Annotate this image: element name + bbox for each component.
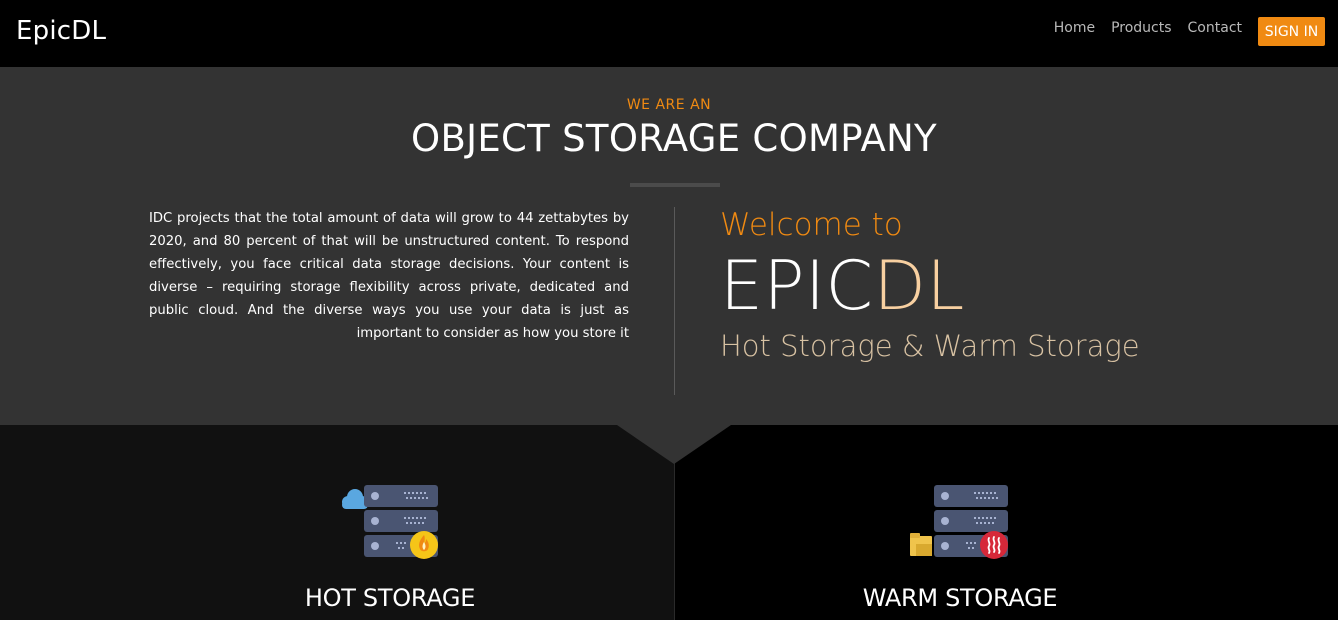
top-navbar: EpicDL Home Products Contact SIGN IN	[0, 0, 1338, 67]
wordmark-epic: EPIC	[720, 247, 874, 326]
nav-products-link[interactable]: Products	[1111, 20, 1171, 36]
nav-links: Home Products Contact	[1054, 20, 1242, 36]
hero-brand-wordmark: EPICDL	[720, 247, 965, 326]
hero-pointer-notch	[617, 425, 731, 464]
hero-vertical-divider	[674, 207, 675, 395]
warm-storage-server-icon	[906, 484, 1016, 564]
hot-storage-server-icon	[336, 484, 446, 564]
welcome-text: Welcome to	[720, 207, 903, 243]
hero-intro-text: IDC projects that the total amount of da…	[149, 211, 629, 341]
hero-eyebrow: WE ARE AN	[626, 97, 712, 113]
nav-home-link[interactable]: Home	[1054, 20, 1095, 36]
wordmark-dl: DL	[873, 247, 965, 326]
sign-in-button[interactable]: SIGN IN	[1258, 17, 1325, 46]
headline-divider	[630, 183, 720, 187]
warm-storage-title: WARM STORAGE	[862, 584, 1058, 612]
hero-headline: OBJECT STORAGE COMPANY	[411, 117, 937, 160]
hero-tagline: Hot Storage & Warm Storage	[720, 329, 1140, 363]
hot-storage-title: HOT STORAGE	[304, 584, 476, 612]
brand-logo[interactable]: EpicDL	[16, 16, 106, 46]
feature-divider	[674, 462, 675, 620]
nav-contact-link[interactable]: Contact	[1188, 20, 1242, 36]
hero-section: WE ARE AN OBJECT STORAGE COMPANY IDC pro…	[0, 67, 1338, 425]
